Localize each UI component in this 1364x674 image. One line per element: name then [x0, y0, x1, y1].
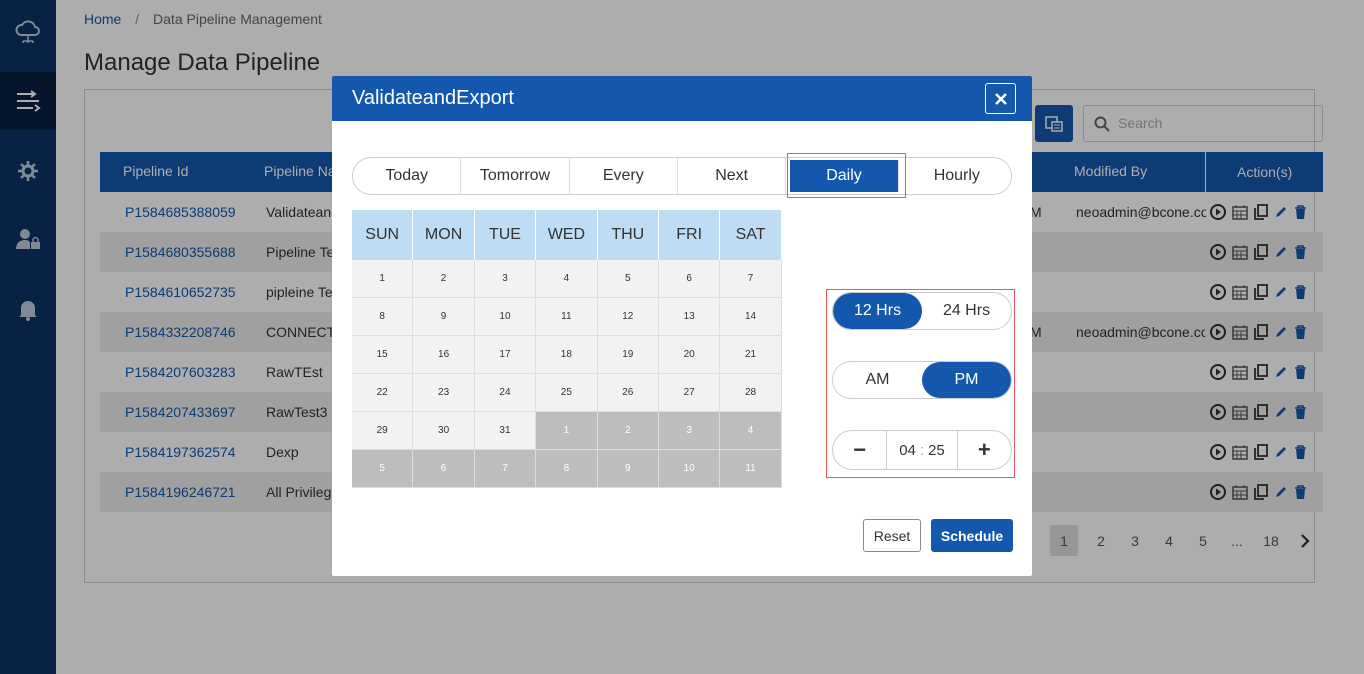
calendar-day[interactable]: 25: [536, 374, 598, 412]
calendar-day[interactable]: 8: [536, 450, 598, 488]
close-icon: [994, 92, 1007, 105]
tab-today[interactable]: Today: [353, 158, 462, 194]
time-separator: :: [919, 441, 925, 459]
calendar-day[interactable]: 30: [413, 412, 475, 450]
calendar-day[interactable]: 12: [597, 298, 659, 336]
calendar-day[interactable]: 31: [474, 412, 537, 450]
calendar-day[interactable]: 2: [597, 412, 659, 450]
decrement-button[interactable]: −: [833, 430, 886, 470]
schedule-button[interactable]: Schedule: [931, 519, 1013, 552]
calendar-day[interactable]: 16: [413, 336, 475, 374]
format-12-hrs[interactable]: 12 Hrs: [833, 293, 922, 329]
calendar-day[interactable]: 23: [413, 374, 475, 412]
schedule-tabs: Today Tomorrow Every Next Daily Hourly: [352, 157, 1012, 195]
tab-hourly[interactable]: Hourly: [903, 158, 1011, 194]
calendar-day-header: SUN: [352, 210, 414, 260]
calendar-day[interactable]: 2: [413, 260, 475, 298]
calendar-day-header: FRI: [659, 210, 721, 260]
calendar-week: 15 16 17 18 19 20 21: [352, 336, 782, 374]
calendar-day[interactable]: 7: [474, 450, 537, 488]
calendar-day[interactable]: 11: [536, 298, 598, 336]
calendar-day[interactable]: 29: [352, 412, 414, 450]
calendar-day[interactable]: 18: [536, 336, 598, 374]
calendar-day[interactable]: 8: [352, 298, 414, 336]
calendar-day[interactable]: 22: [352, 374, 414, 412]
hour-value[interactable]: 04: [899, 442, 916, 459]
schedule-modal: ValidateandExport Today Tomorrow Every Next…: [332, 76, 1032, 576]
calendar-day[interactable]: 11: [720, 450, 782, 488]
calendar-day[interactable]: 4: [536, 260, 598, 298]
meridiem-pm[interactable]: PM: [922, 362, 1011, 398]
calendar-day[interactable]: 5: [597, 260, 659, 298]
calendar-day-header: WED: [536, 210, 598, 260]
calendar-day[interactable]: 26: [597, 374, 659, 412]
calendar-day[interactable]: 5: [352, 450, 414, 488]
tab-every[interactable]: Every: [570, 158, 678, 194]
calendar-day[interactable]: 13: [658, 298, 721, 336]
calendar-day-header: THU: [598, 210, 659, 260]
time-stepper: − 04 : 25 +: [832, 430, 1012, 470]
calendar-day[interactable]: 19: [597, 336, 659, 374]
modal-title: ValidateandExport: [352, 87, 514, 109]
calendar-week: 22 23 24 25 26 27 28: [352, 374, 782, 412]
calendar-day[interactable]: 3: [658, 412, 721, 450]
meridiem-am[interactable]: AM: [833, 362, 922, 398]
calendar-week: 1234567: [352, 260, 782, 298]
calendar-day[interactable]: 14: [720, 298, 782, 336]
time-display[interactable]: 04 : 25: [886, 430, 958, 470]
reset-button[interactable]: Reset: [863, 519, 921, 552]
minute-value[interactable]: 25: [928, 442, 945, 459]
calendar-day[interactable]: 20: [658, 336, 721, 374]
calendar-day[interactable]: 7: [720, 260, 782, 298]
increment-button[interactable]: +: [958, 430, 1011, 470]
calendar-day-header: SAT: [720, 210, 782, 260]
calendar-day[interactable]: 4: [720, 412, 782, 450]
calendar-day[interactable]: 1: [352, 260, 414, 298]
calendar-day[interactable]: 21: [720, 336, 782, 374]
calendar-day[interactable]: 15: [352, 336, 414, 374]
calendar-day-header: MON: [413, 210, 475, 260]
calendar-header: SUN MON TUE WED THU FRI SAT: [352, 210, 782, 260]
calendar-day[interactable]: 10: [474, 298, 537, 336]
hour-format-toggle: 12 Hrs 24 Hrs: [832, 292, 1012, 330]
calendar-day[interactable]: 27: [658, 374, 721, 412]
calendar-day[interactable]: 6: [658, 260, 721, 298]
calendar-day[interactable]: 9: [597, 450, 659, 488]
modal-header: ValidateandExport: [332, 76, 1032, 121]
close-button[interactable]: [985, 83, 1016, 114]
am-pm-toggle: AM PM: [832, 361, 1012, 399]
calendar-day[interactable]: 1: [536, 412, 598, 450]
calendar-day[interactable]: 3: [474, 260, 537, 298]
calendar-day-header: TUE: [475, 210, 537, 260]
tab-next[interactable]: Next: [678, 158, 787, 194]
calendar-grid: 1 2 3 4 5 6 7 8 9 10 11 12 13 14 15 16 17 18 19 20 21 22 23 24 2…: [352, 260, 782, 488]
format-24-hrs[interactable]: 24 Hrs: [922, 293, 1011, 329]
calendar-week: 29 30 31 1 2 3 4: [352, 412, 782, 450]
calendar-day[interactable]: 10: [658, 450, 721, 488]
calendar-week: 8 9 10 11 12 13 14: [352, 298, 782, 336]
calendar-day[interactable]: 6: [413, 450, 475, 488]
calendar-day[interactable]: 9: [413, 298, 475, 336]
calendar-day[interactable]: 17: [474, 336, 537, 374]
calendar-week: 5 6 7 8 9 10 11: [352, 450, 782, 488]
active-tab-highlight: [787, 153, 906, 198]
calendar-day[interactable]: 28: [720, 374, 782, 412]
tab-tomorrow[interactable]: Tomorrow: [461, 158, 570, 194]
calendar-day[interactable]: 24: [474, 374, 537, 412]
